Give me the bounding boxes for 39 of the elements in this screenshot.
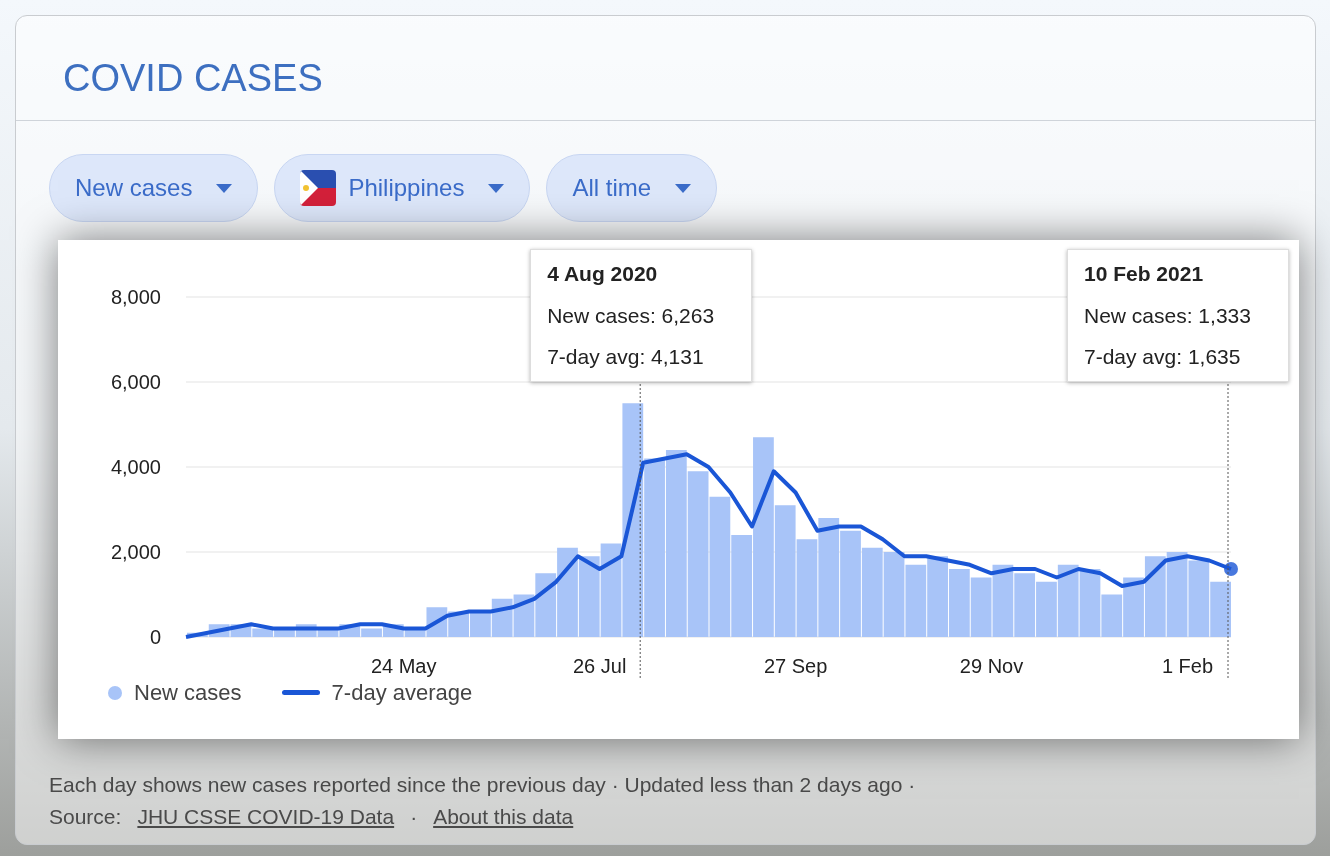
y-axis-label: 4,000: [110, 456, 161, 478]
case-bar: [1036, 581, 1057, 637]
filter-dropdown[interactable]: New cases: [49, 154, 259, 222]
tooltip-value: 7-day avg: 4,131: [547, 344, 705, 370]
legend-label: New cases: [134, 679, 242, 707]
tooltip-date: 10 Feb 2021: [1084, 261, 1205, 287]
filter-dropdown[interactable]: All time: [546, 154, 718, 222]
point-marker: [1224, 562, 1238, 576]
tooltip-value: New cases: 6,263: [547, 302, 716, 329]
footer-note: Each day shows new cases reported since the previous day · Updated less than 2 days ago ·: [49, 772, 917, 798]
case-bar: [1123, 577, 1144, 637]
y-axis-label: 0: [149, 626, 161, 648]
caret-icon: [488, 183, 505, 193]
philippines-flag-icon: [300, 170, 337, 206]
x-axis-label: 1 Feb: [1161, 655, 1214, 677]
legend-line-icon: [281, 690, 320, 695]
tooltip-date: 4 Aug 2020: [547, 261, 659, 287]
y-axis-label: 2,000: [110, 541, 161, 563]
case-bar: [970, 577, 992, 637]
legend-label: 7-day average: [331, 679, 473, 707]
separator: ·: [410, 803, 418, 830]
tooltip-value: 7-day avg: 1,635: [1084, 344, 1242, 370]
case-bar: [1014, 573, 1036, 637]
source-label: Source:: [49, 803, 122, 830]
source-link[interactable]: JHU CSSE COVID-19 Data: [137, 800, 395, 832]
y-axis-label: 8,000: [110, 286, 161, 308]
caret-icon: [216, 183, 233, 193]
card-title: COVID CASES: [62, 56, 324, 101]
case-bar: [949, 569, 970, 637]
x-axis-label: 26 Jul: [572, 655, 627, 677]
x-axis-label: 27 Sep: [763, 655, 828, 677]
caret-icon: [675, 183, 692, 193]
x-axis-label: 24 May: [370, 655, 437, 677]
case-bar: [1210, 581, 1231, 637]
about-link[interactable]: About this data: [433, 800, 574, 832]
x-axis-label: 29 Nov: [959, 655, 1024, 677]
filter-dropdown[interactable]: Philippines: [274, 154, 531, 222]
y-axis-label: 6,000: [110, 371, 161, 393]
tooltip-value: New cases: 1,333: [1084, 302, 1252, 329]
